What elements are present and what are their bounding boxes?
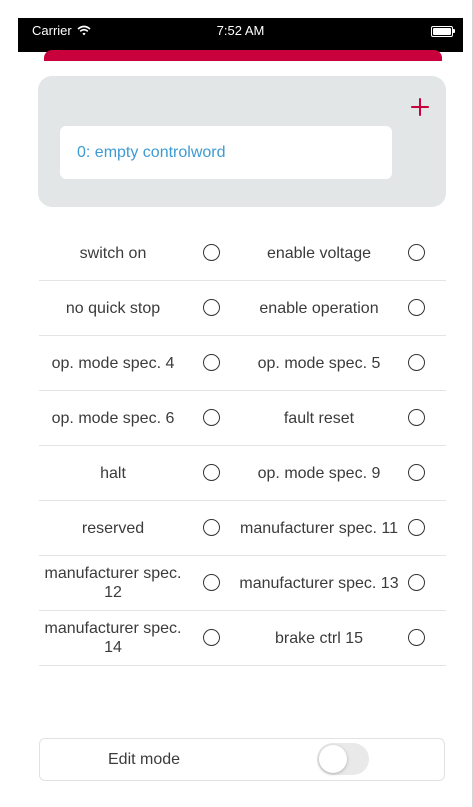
bit-radio-button[interactable] [408,519,425,536]
bit-row: manufacturer spec. 14 brake ctrl 15 [39,611,446,666]
bit-radio-button[interactable] [408,629,425,646]
bit-radio-button[interactable] [203,519,220,536]
bit-label: no quick stop [65,299,161,317]
bit-radio-button[interactable] [408,574,425,591]
bit-row: op. mode spec. 6 fault reset [39,391,446,446]
status-bar: Carrier 7:52 AM [18,18,463,52]
bit-label: enable voltage [266,244,372,262]
bit-radio-button[interactable] [408,464,425,481]
app-screen: Carrier 7:52 AM controlword 0: empty con… [0,0,473,807]
bit-label: manufacturer spec. 12 [44,565,182,601]
bit-label: op. mode spec. 9 [257,464,381,482]
edit-mode-label: Edit mode [108,751,181,768]
controlword-value-field[interactable]: 0: empty controlword [60,126,392,179]
bit-radio-button[interactable] [203,244,220,261]
bit-radio-button[interactable] [408,244,425,261]
bit-radio-button[interactable] [203,354,220,371]
bit-label: reserved [81,519,145,537]
bit-radio-button[interactable] [408,409,425,426]
toggle-knob [319,745,347,773]
add-icon[interactable] [408,95,432,119]
edit-mode-toggle[interactable] [317,743,369,775]
edit-mode-row: Edit mode [39,738,445,781]
bit-row: manufacturer spec. 12 manufacturer spec. … [39,556,446,611]
battery-icon [431,26,455,37]
bit-grid: switch on enable voltage no quick stop enab… [39,226,446,666]
bit-row: halt op. mode spec. 9 [39,446,446,501]
bit-row: switch on enable voltage [39,226,446,281]
bit-label: enable operation [259,299,379,317]
bit-radio-button[interactable] [203,629,220,646]
bit-label: manufacturer spec. 11 [239,519,398,537]
bit-label: op. mode spec. 4 [51,354,175,372]
bit-label: halt [100,464,126,482]
bit-label: op. mode spec. 5 [257,354,381,372]
bit-radio-button[interactable] [203,409,220,426]
bit-radio-button[interactable] [408,354,425,371]
bit-label: manufacturer spec. 13 [239,574,399,592]
bit-label: brake ctrl 15 [274,629,364,647]
bit-row: op. mode spec. 4 op. mode spec. 5 [39,336,446,391]
bit-label: op. mode spec. 6 [51,409,175,427]
bit-row: reserved manufacturer spec. 11 [39,501,446,556]
bit-label: fault reset [283,409,355,427]
status-time: 7:52 AM [216,23,265,38]
bit-label: manufacturer spec. 14 [44,620,182,656]
bit-row: no quick stop enable operation [39,281,446,336]
bit-radio-button[interactable] [408,299,425,316]
bit-label: switch on [79,244,147,262]
bit-radio-button[interactable] [203,464,220,481]
bit-radio-button[interactable] [203,574,220,591]
bit-radio-button[interactable] [203,299,220,316]
